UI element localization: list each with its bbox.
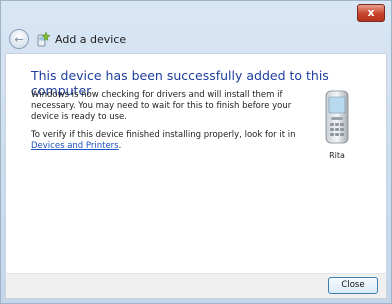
wizard-footer: Close (5, 273, 387, 299)
device-name-label: Rita (329, 151, 345, 160)
devices-and-printers-link[interactable]: Devices and Printers (31, 141, 119, 151)
window-close-button[interactable]: x (357, 4, 385, 22)
title-bar: x (1, 1, 391, 27)
add-device-icon (37, 31, 51, 47)
content-panel: This device has been successfully added … (5, 53, 387, 275)
driver-description: Windows is now checking for drivers and … (31, 90, 292, 122)
add-device-window: x ← Add a device This device has been su… (0, 0, 392, 304)
wizard-title: Add a device (55, 33, 127, 46)
verify-prefix: To verify if this device finished instal… (31, 130, 296, 140)
verify-text: To verify if this device finished instal… (31, 130, 306, 152)
wizard-header: ← Add a device (5, 25, 387, 55)
close-button[interactable]: Close (328, 277, 378, 294)
verify-end: . (118, 141, 122, 151)
back-button[interactable]: ← (9, 29, 29, 49)
mobile-phone-icon (325, 90, 349, 144)
